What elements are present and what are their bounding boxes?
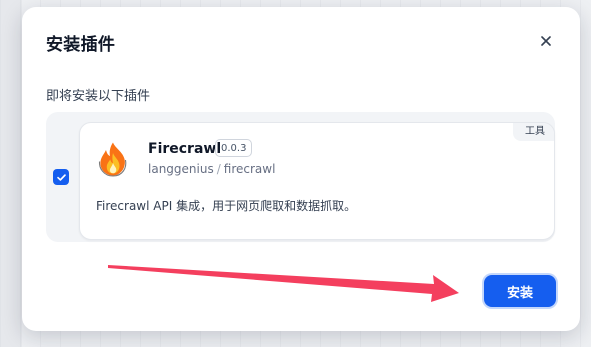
plugin-org: langgenius [148, 162, 214, 176]
plugin-slug: firecrawl [223, 162, 276, 176]
plugin-org-path: langgenius / firecrawl [148, 162, 275, 176]
close-button[interactable] [536, 31, 556, 51]
plugin-name: Firecrawl [148, 141, 222, 157]
install-button[interactable]: 安装 [484, 275, 556, 307]
modal-title: 安装插件 [46, 35, 116, 55]
flame-icon [98, 142, 127, 177]
plugin-card: 工具 Firecrawl 0.0.3 langgenius / firecrawl … [79, 122, 555, 240]
org-separator: / [216, 162, 221, 176]
modal-subtitle: 即将安装以下插件 [46, 89, 151, 104]
close-icon [541, 36, 551, 46]
install-plugin-modal: 安装插件 即将安装以下插件 工具 Firecrawl 0.0.3 langgen… [22, 7, 580, 331]
plugin-list: 工具 Firecrawl 0.0.3 langgenius / firecrawl … [46, 112, 555, 242]
check-icon [56, 173, 66, 181]
category-badge: 工具 [513, 123, 554, 141]
version-badge: 0.0.3 [215, 139, 253, 157]
plugin-description: Firecrawl API 集成，用于网页爬取和数据抓取。 [96, 199, 357, 213]
plugin-select-checkbox[interactable] [53, 169, 69, 185]
